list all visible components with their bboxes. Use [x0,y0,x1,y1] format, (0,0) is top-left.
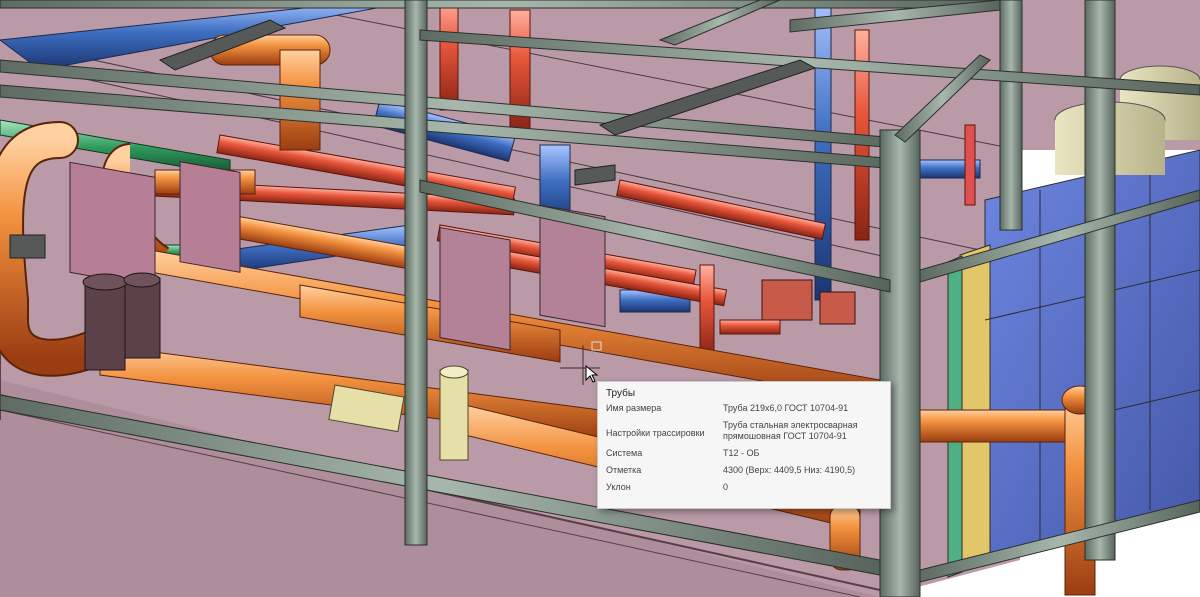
property-key: Имя размера [606,403,662,413]
property-key: Уклон [606,482,631,492]
property-value: Труба стальная электросварная прямошовна… [723,420,858,441]
property-value: 4300 (Верх: 4409,5 Низ: 4190,5) [723,465,856,475]
tooltip-title: Трубы [606,388,636,399]
property-row: Настройки трассировки Труба стальная эле… [606,420,873,448]
property-key: Система [606,448,643,458]
property-row: Система Т12 - ОБ [606,448,873,465]
tooltip-properties-table: Имя размера Труба 219х6,0 ГОСТ 10704-91 … [606,403,873,499]
property-key: Отметка [606,465,642,475]
property-row: Имя размера Труба 219х6,0 ГОСТ 10704-91 [606,403,873,420]
property-value: 0 [723,482,729,492]
property-value: Т12 - ОБ [723,448,760,458]
property-row: Отметка 4300 (Верх: 4409,5 Низ: 4190,5) [606,465,873,482]
property-key: Настройки трассировки [606,428,705,438]
property-value: Труба 219х6,0 ГОСТ 10704-91 [723,403,849,413]
property-row: Уклон 0 [606,482,873,499]
properties-tooltip: Трубы Имя размера Труба 219х6,0 ГОСТ 107… [597,381,891,509]
